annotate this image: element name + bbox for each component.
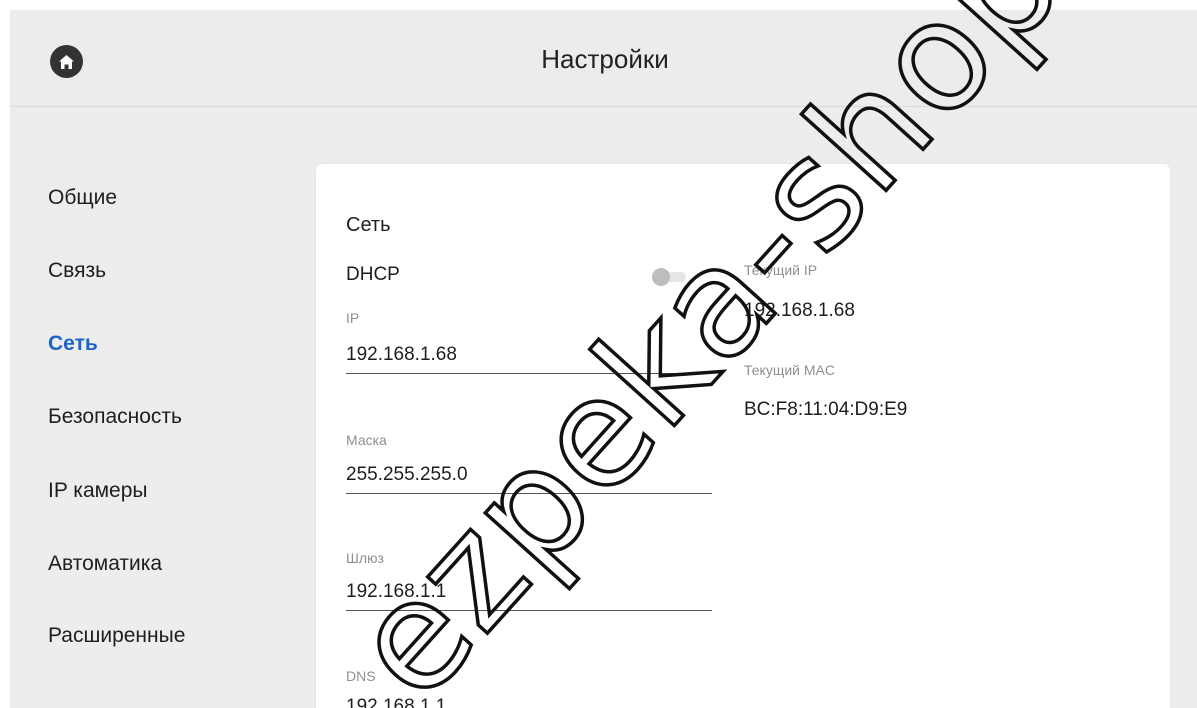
- sidebar-item-network[interactable]: Сеть: [48, 332, 98, 356]
- dhcp-label: DHCP: [346, 264, 400, 285]
- header-bar: Настройки: [10, 10, 1197, 107]
- sidebar-item-automation[interactable]: Автоматика: [48, 552, 162, 576]
- current-mac-label: Текущий MAC: [744, 362, 835, 378]
- ip-field[interactable]: 192.168.1.68: [346, 340, 712, 374]
- sidebar-item-security[interactable]: Безопасность: [48, 405, 182, 429]
- mask-field[interactable]: 255.255.255.0: [346, 460, 712, 494]
- toggle-knob: [652, 268, 670, 286]
- gateway-field[interactable]: 192.168.1.1: [346, 577, 712, 611]
- network-settings-panel: Сеть DHCP IP 192.168.1.68 Маска 255.255.…: [316, 164, 1170, 708]
- sidebar-item-communication[interactable]: Связь: [48, 259, 106, 283]
- page-title: Настройки: [541, 44, 669, 74]
- gateway-field-label: Шлюз: [346, 550, 384, 566]
- ip-field-label: IP: [346, 310, 360, 326]
- current-ip-value: 192.168.1.68: [744, 300, 855, 321]
- current-mac-value: BC:F8:11:04:D9:E9: [744, 399, 908, 420]
- sidebar-item-advanced[interactable]: Расширенные: [48, 624, 185, 648]
- sidebar-item-general[interactable]: Общие: [48, 186, 117, 210]
- dns-field[interactable]: 192.168.1.1: [346, 692, 712, 708]
- mask-field-label: Маска: [346, 432, 387, 448]
- section-title: Сеть: [346, 214, 391, 236]
- sidebar-item-ip-cameras[interactable]: IP камеры: [48, 479, 148, 503]
- sidebar: Общие Связь Сеть Безопасность IP камеры …: [10, 107, 310, 708]
- current-ip-label: Текущий IP: [744, 262, 818, 278]
- dns-field-label: DNS: [346, 668, 376, 684]
- settings-screen: Настройки Общие Связь Сеть Безопасность …: [10, 10, 1197, 708]
- dhcp-toggle[interactable]: [650, 267, 690, 287]
